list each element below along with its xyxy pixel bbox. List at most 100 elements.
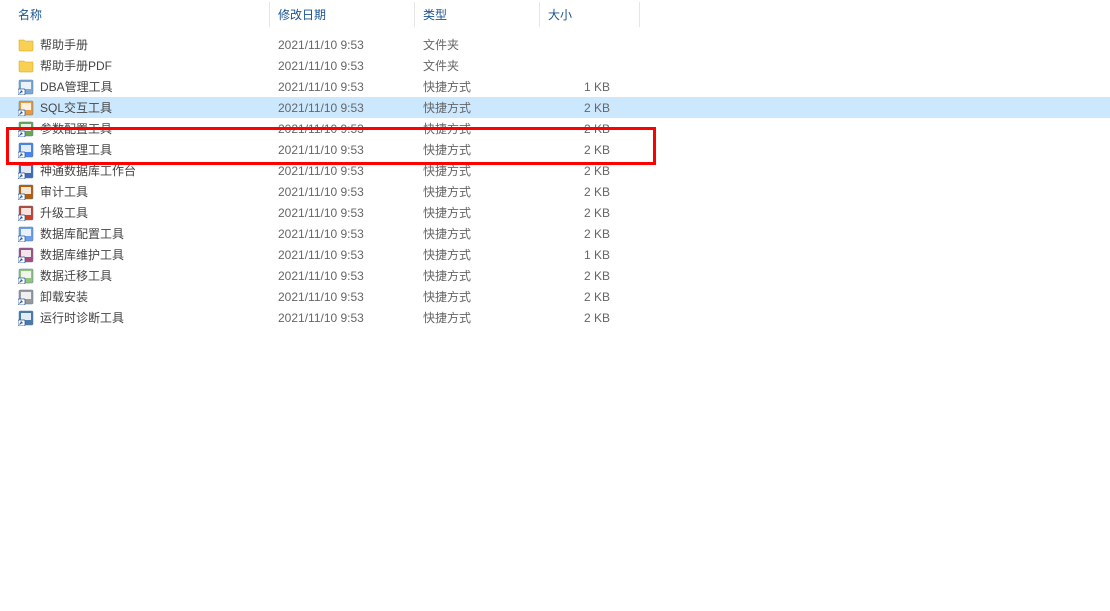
file-row[interactable]: 卸载安装 2021/11/10 9:53快捷方式2 KB xyxy=(0,286,1110,307)
file-type-cell: 文件夹 xyxy=(415,36,540,53)
file-type-cell: 快捷方式 xyxy=(415,99,540,116)
file-name-cell[interactable]: 策略管理工具 xyxy=(0,141,270,158)
file-date-cell: 2021/11/10 9:53 xyxy=(270,122,415,136)
file-type-cell: 快捷方式 xyxy=(415,120,540,137)
shortcut-uninstall-icon xyxy=(18,289,34,305)
shortcut-config-icon xyxy=(18,121,34,137)
file-row[interactable]: 帮助手册PDF 2021/11/10 9:53文件夹 xyxy=(0,55,1110,76)
file-name-label: 策略管理工具 xyxy=(40,141,112,158)
file-name-label: 数据迁移工具 xyxy=(40,267,112,284)
file-row[interactable]: 运行时诊断工具2021/11/10 9:53快捷方式2 KB xyxy=(0,307,1110,328)
file-name-label: SQL交互工具 xyxy=(40,99,112,116)
shortcut-maint-icon xyxy=(18,247,34,263)
file-name-cell[interactable]: SQL交互工具 xyxy=(0,99,270,116)
file-date-cell: 2021/11/10 9:53 xyxy=(270,227,415,241)
file-row[interactable]: 神通数据库工作台2021/11/10 9:53快捷方式2 KB xyxy=(0,160,1110,181)
shortcut-db-icon xyxy=(18,79,34,95)
file-name-cell[interactable]: DBA管理工具 xyxy=(0,78,270,95)
shortcut-audit-icon xyxy=(18,184,34,200)
file-name-cell[interactable]: 审计工具 xyxy=(0,183,270,200)
shortcut-policy-icon xyxy=(18,142,34,158)
file-date-cell: 2021/11/10 9:53 xyxy=(270,38,415,52)
shortcut-dbconfig-icon xyxy=(18,226,34,242)
shortcut-workbench-icon xyxy=(18,163,34,179)
file-name-cell[interactable]: 数据迁移工具 xyxy=(0,267,270,284)
file-row[interactable]: 审计工具 2021/11/10 9:53快捷方式2 KB xyxy=(0,181,1110,202)
file-name-label: 审计工具 xyxy=(40,183,88,200)
column-header-size[interactable]: 大小 xyxy=(540,2,640,27)
file-type-cell: 快捷方式 xyxy=(415,267,540,284)
file-name-label: 运行时诊断工具 xyxy=(40,309,124,326)
file-date-cell: 2021/11/10 9:53 xyxy=(270,269,415,283)
file-name-cell[interactable]: 帮助手册 xyxy=(0,36,270,53)
file-name-label: 参数配置工具 xyxy=(40,120,112,137)
shortcut-upgrade-icon xyxy=(18,205,34,221)
file-size-cell: 2 KB xyxy=(540,227,640,241)
file-name-cell[interactable]: 卸载安装 xyxy=(0,288,270,305)
file-row[interactable]: 数据库配置工具2021/11/10 9:53快捷方式2 KB xyxy=(0,223,1110,244)
file-date-cell: 2021/11/10 9:53 xyxy=(270,143,415,157)
file-row[interactable]: 升级工具 2021/11/10 9:53快捷方式2 KB xyxy=(0,202,1110,223)
file-size-cell: 2 KB xyxy=(540,185,640,199)
file-type-cell: 快捷方式 xyxy=(415,288,540,305)
file-row[interactable]: DBA管理工具 2021/11/10 9:53快捷方式1 KB xyxy=(0,76,1110,97)
file-name-cell[interactable]: 数据库维护工具 xyxy=(0,246,270,263)
column-header-date[interactable]: 修改日期 xyxy=(270,2,415,27)
file-row[interactable]: 策略管理工具 2021/11/10 9:53快捷方式2 KB xyxy=(0,139,1110,160)
column-header-row: 名称 修改日期 类型 大小 xyxy=(0,0,1110,28)
file-date-cell: 2021/11/10 9:53 xyxy=(270,185,415,199)
file-name-cell[interactable]: 参数配置工具 xyxy=(0,120,270,137)
shortcut-diag-icon xyxy=(18,310,34,326)
file-size-cell: 2 KB xyxy=(540,101,640,115)
file-size-cell: 2 KB xyxy=(540,122,640,136)
file-name-cell[interactable]: 运行时诊断工具 xyxy=(0,309,270,326)
file-size-cell: 2 KB xyxy=(540,164,640,178)
file-type-cell: 快捷方式 xyxy=(415,183,540,200)
file-name-label: 升级工具 xyxy=(40,204,88,221)
file-type-cell: 文件夹 xyxy=(415,57,540,74)
file-name-cell[interactable]: 神通数据库工作台 xyxy=(0,162,270,179)
folder-icon xyxy=(18,58,34,74)
file-size-cell: 1 KB xyxy=(540,248,640,262)
file-name-cell[interactable]: 数据库配置工具 xyxy=(0,225,270,242)
file-size-cell: 2 KB xyxy=(540,311,640,325)
file-row[interactable]: SQL交互工具 2021/11/10 9:53快捷方式2 KB xyxy=(0,97,1110,118)
file-list-view: 名称 修改日期 类型 大小 帮助手册2021/11/10 9:53文件夹帮助手册… xyxy=(0,0,1110,328)
file-date-cell: 2021/11/10 9:53 xyxy=(270,59,415,73)
file-name-label: 神通数据库工作台 xyxy=(40,162,136,179)
file-name-label: DBA管理工具 xyxy=(40,78,113,95)
file-size-cell: 1 KB xyxy=(540,80,640,94)
shortcut-migrate-icon xyxy=(18,268,34,284)
folder-icon xyxy=(18,37,34,53)
file-row[interactable]: 帮助手册 2021/11/10 9:53文件夹 xyxy=(0,34,1110,55)
file-name-label: 卸载安装 xyxy=(40,288,88,305)
column-header-name[interactable]: 名称 xyxy=(0,2,270,27)
file-size-cell: 2 KB xyxy=(540,269,640,283)
file-row[interactable]: 参数配置工具 2021/11/10 9:53快捷方式2 KB xyxy=(0,118,1110,139)
file-date-cell: 2021/11/10 9:53 xyxy=(270,80,415,94)
file-type-cell: 快捷方式 xyxy=(415,78,540,95)
file-name-cell[interactable]: 帮助手册PDF xyxy=(0,57,270,74)
file-name-cell[interactable]: 升级工具 xyxy=(0,204,270,221)
file-type-cell: 快捷方式 xyxy=(415,141,540,158)
file-size-cell: 2 KB xyxy=(540,143,640,157)
file-size-cell: 2 KB xyxy=(540,290,640,304)
file-type-cell: 快捷方式 xyxy=(415,162,540,179)
file-date-cell: 2021/11/10 9:53 xyxy=(270,248,415,262)
shortcut-sql-icon xyxy=(18,100,34,116)
file-name-label: 帮助手册 xyxy=(40,36,88,53)
file-date-cell: 2021/11/10 9:53 xyxy=(270,206,415,220)
file-date-cell: 2021/11/10 9:53 xyxy=(270,290,415,304)
file-rows-container: 帮助手册2021/11/10 9:53文件夹帮助手册PDF2021/11/10 … xyxy=(0,34,1110,328)
file-row[interactable]: 数据迁移工具 2021/11/10 9:53快捷方式2 KB xyxy=(0,265,1110,286)
file-type-cell: 快捷方式 xyxy=(415,246,540,263)
column-header-type[interactable]: 类型 xyxy=(415,2,540,27)
file-date-cell: 2021/11/10 9:53 xyxy=(270,101,415,115)
file-type-cell: 快捷方式 xyxy=(415,309,540,326)
file-row[interactable]: 数据库维护工具 2021/11/10 9:53快捷方式1 KB xyxy=(0,244,1110,265)
file-type-cell: 快捷方式 xyxy=(415,204,540,221)
file-type-cell: 快捷方式 xyxy=(415,225,540,242)
file-size-cell: 2 KB xyxy=(540,206,640,220)
file-name-label: 数据库维护工具 xyxy=(40,246,124,263)
file-name-label: 帮助手册PDF xyxy=(40,57,112,74)
